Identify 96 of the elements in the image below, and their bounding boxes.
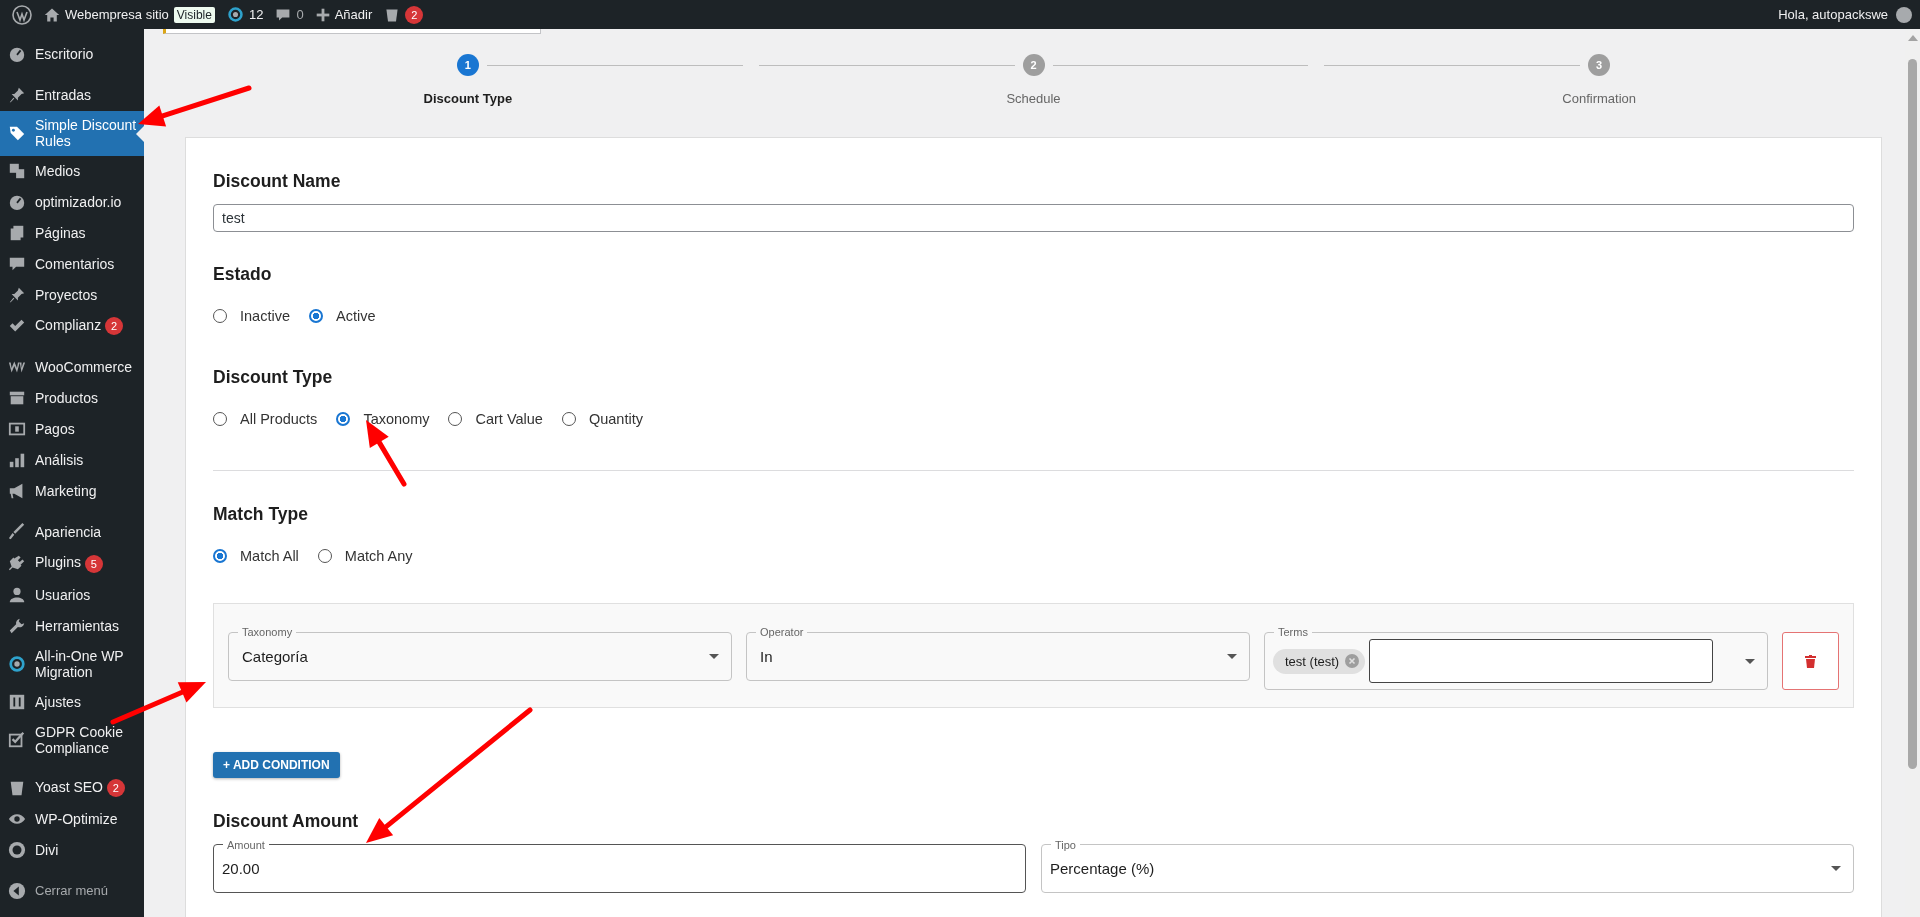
step-number: 3 — [1588, 54, 1611, 76]
radio-label[interactable]: Taxonomy — [363, 411, 430, 427]
count-badge: 5 — [84, 554, 103, 573]
section-heading: Discount Amount — [213, 811, 360, 832]
menu-item[interactable]: All-in-One WP Migration — [0, 641, 144, 687]
bar-chart-icon — [8, 451, 26, 470]
menu-item[interactable]: Complianz 2 — [0, 311, 144, 343]
menu-item[interactable]: WP-Optimize — [0, 803, 144, 835]
menu-item[interactable]: Divi — [0, 834, 144, 866]
menu-item[interactable]: Herramientas — [0, 610, 144, 642]
radio-label[interactable]: Match All — [240, 548, 299, 564]
menu-item[interactable]: Entradas — [0, 80, 144, 111]
radio-button[interactable] — [336, 412, 351, 426]
radio-label[interactable]: All Products — [240, 411, 318, 427]
menu-item[interactable]: Pagos — [0, 414, 144, 446]
caret-icon — [709, 654, 719, 659]
radio-label[interactable]: Active — [336, 308, 376, 324]
plus-icon[interactable] — [315, 7, 330, 22]
menu-item[interactable]: Usuarios — [0, 579, 144, 611]
radio-label[interactable]: Inactive — [240, 308, 290, 324]
step-label: Schedule — [1006, 91, 1061, 106]
updates-count[interactable]: 12 — [248, 7, 264, 22]
step-label: Discount Type — [423, 91, 513, 106]
section-heading: Estado — [213, 264, 273, 285]
terms-input[interactable] — [1369, 639, 1713, 683]
term-chip[interactable]: test (test) — [1273, 648, 1366, 674]
menu-item[interactable]: Medios — [0, 156, 144, 187]
step-number: 2 — [1022, 54, 1045, 76]
menu-item[interactable]: Apariencia — [0, 517, 144, 549]
wordpress-logo-icon[interactable] — [12, 4, 32, 25]
field-label: Operator — [756, 625, 808, 639]
menu-item[interactable]: Páginas — [0, 218, 144, 249]
add-condition-button[interactable]: + ADD CONDITION — [213, 752, 340, 778]
step-number: 1 — [456, 54, 479, 76]
visibility-badge: Visible — [173, 6, 215, 23]
menu-item[interactable]: Proyectos — [0, 280, 144, 311]
avatar-icon[interactable] — [1896, 6, 1912, 23]
gauge-icon — [8, 45, 26, 63]
new-link[interactable]: Añadir — [334, 7, 373, 22]
count-badge: 2 — [105, 317, 124, 336]
caret-icon — [1745, 658, 1755, 664]
greeting-link[interactable]: Hola, autopackswe — [1778, 7, 1888, 22]
collapse-menu-button[interactable]: Cerrar menú — [0, 875, 144, 907]
section-heading: Discount Type — [213, 367, 334, 388]
radio-label[interactable]: Quantity — [588, 411, 643, 427]
menu-item[interactable]: Análisis — [0, 445, 144, 477]
caret-icon — [1227, 654, 1237, 659]
house-icon[interactable] — [44, 6, 60, 23]
field-label: Tipo — [1051, 838, 1080, 852]
radio-button[interactable] — [213, 549, 227, 563]
field-label: Amount — [223, 838, 269, 852]
speech-bubble-icon — [275, 6, 292, 23]
menu-item[interactable]: Escritorio — [0, 39, 144, 70]
comments-count[interactable]: 0 — [296, 7, 304, 22]
field-label: Terms — [1274, 625, 1312, 639]
select-value: In — [760, 648, 773, 665]
delete-button[interactable] — [1782, 632, 1839, 690]
paintbrush-icon — [8, 523, 26, 542]
tag-icon — [8, 124, 26, 142]
radio-label[interactable]: Cart Value — [475, 411, 543, 427]
section-heading: Discount Name — [213, 171, 342, 192]
menu-item[interactable]: Plugins 5 — [0, 548, 144, 580]
wrench-icon — [8, 616, 26, 635]
count-badge: 2 — [106, 778, 125, 797]
plug-icon — [8, 554, 26, 573]
pages-icon — [8, 224, 26, 242]
discount-name-input[interactable]: test — [213, 204, 1854, 232]
menu-item[interactable]: optimizador.io — [0, 187, 144, 218]
caret-icon — [1831, 866, 1841, 871]
pin-icon — [8, 286, 26, 304]
select-value: Categoría — [242, 648, 308, 665]
trash-icon — [1805, 654, 1816, 668]
person-icon — [8, 585, 26, 604]
notification-badge: 2 — [405, 5, 424, 24]
circle-logo-icon — [8, 840, 26, 859]
gauge-icon — [8, 193, 26, 211]
field-label: Taxonomy — [238, 625, 297, 639]
menu-item[interactable]: GDPR Cookie Compliance — [0, 717, 144, 763]
menu-item[interactable]: Comentarios — [0, 249, 144, 280]
radio-button[interactable] — [309, 309, 323, 323]
pin-icon — [8, 86, 26, 104]
menu-item[interactable]: Productos — [0, 383, 144, 415]
section-heading: Match Type — [213, 504, 309, 525]
step-label: Confirmation — [1562, 91, 1636, 106]
checkbox-icon — [8, 730, 26, 749]
menu-item[interactable]: Yoast SEO 2 — [0, 772, 144, 804]
photo-stack-icon — [8, 162, 26, 180]
menu-item[interactable]: WooCommerce — [0, 352, 144, 384]
menu-item[interactable]: Ajustes — [0, 686, 144, 718]
site-name-link[interactable]: Webempresa sitio — [65, 7, 169, 22]
menu-item[interactable]: Simple Discount Rules — [0, 111, 144, 156]
radio-label[interactable]: Match Any — [344, 548, 413, 564]
amount-input[interactable]: 20.00 — [222, 860, 1013, 877]
select-value: Percentage (%) — [1050, 860, 1155, 877]
collapse-icon — [8, 881, 26, 900]
menu-item[interactable]: Marketing — [0, 476, 144, 508]
